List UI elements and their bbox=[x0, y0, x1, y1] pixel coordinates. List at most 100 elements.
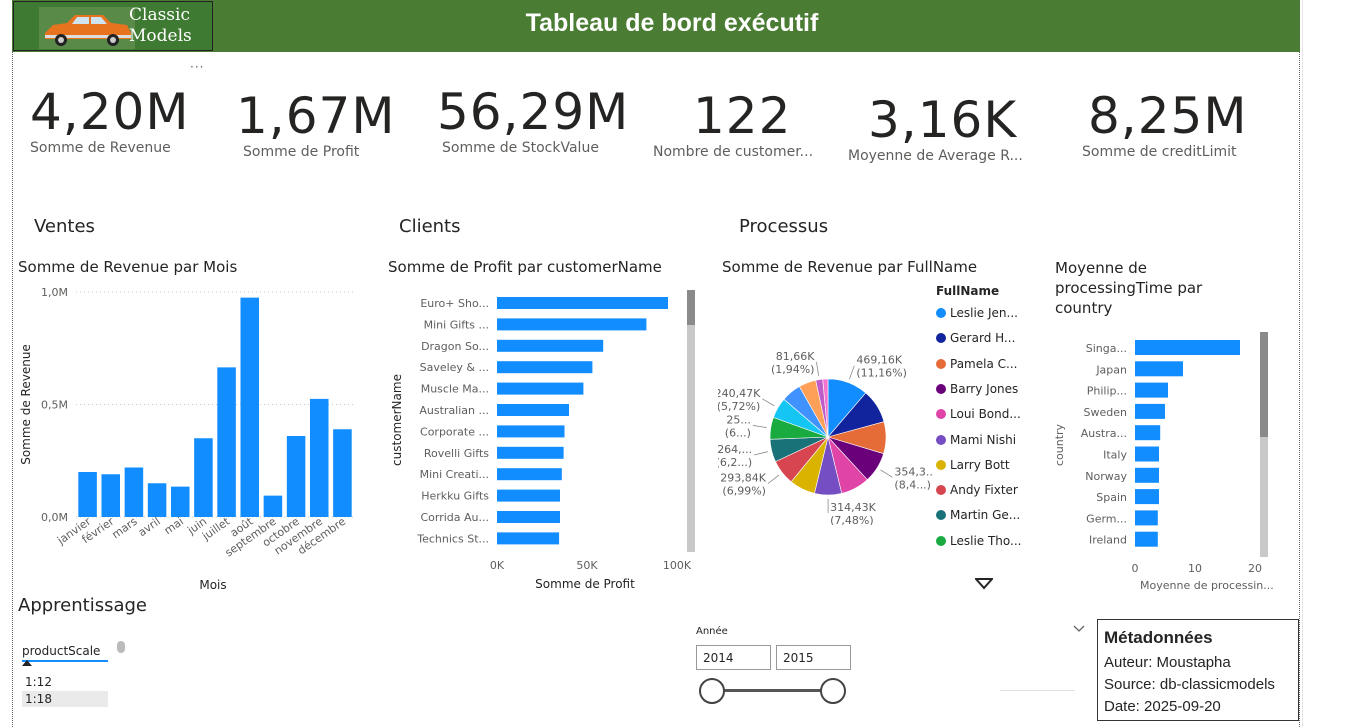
legend-item[interactable]: Loui Bond... bbox=[936, 407, 1021, 421]
legend-item[interactable]: Pamela C... bbox=[936, 357, 1017, 371]
chart-title-profit-customer: Somme de Profit par customerName bbox=[388, 258, 662, 276]
legend-item[interactable]: Leslie Jen... bbox=[936, 306, 1018, 320]
more-legend-icon[interactable] bbox=[975, 578, 993, 590]
y-tick-label: Corrida Au... bbox=[420, 511, 489, 524]
slider-handle-start[interactable] bbox=[699, 678, 725, 704]
slider-handle-end[interactable] bbox=[820, 678, 846, 704]
legend-item[interactable]: Barry Jones bbox=[936, 382, 1018, 396]
bar[interactable] bbox=[497, 446, 564, 459]
kpi-label: Somme de Profit bbox=[243, 144, 360, 160]
bar[interactable] bbox=[497, 361, 593, 374]
data-label: 469,16K bbox=[856, 354, 902, 367]
bar[interactable] bbox=[1135, 510, 1158, 526]
bar[interactable] bbox=[497, 468, 562, 481]
bar[interactable] bbox=[217, 367, 236, 517]
legend-item[interactable]: Leslie Tho... bbox=[936, 534, 1021, 548]
kpi-creditlimit[interactable]: 8,25M Somme de creditLimit bbox=[1082, 88, 1247, 160]
bar[interactable] bbox=[497, 425, 565, 438]
y-axis-title: Somme de Revenue bbox=[19, 344, 33, 465]
kpi-profit[interactable]: 1,67M Somme de Profit bbox=[236, 88, 395, 160]
more-options-icon[interactable]: ··· bbox=[190, 60, 204, 74]
data-label-pct: (6,99%) bbox=[722, 485, 766, 498]
legend-dot bbox=[936, 535, 946, 546]
bar[interactable] bbox=[497, 382, 584, 395]
bar[interactable] bbox=[124, 467, 144, 518]
bar[interactable] bbox=[1135, 446, 1159, 462]
bar[interactable] bbox=[194, 438, 213, 517]
scrollbar-thumb[interactable] bbox=[687, 290, 695, 325]
y-tick-label: Sweden bbox=[1084, 406, 1127, 419]
bar[interactable] bbox=[170, 486, 190, 517]
list-item[interactable]: 1:18 bbox=[22, 691, 108, 707]
data-label: 354,3... bbox=[894, 465, 933, 478]
bar[interactable] bbox=[333, 429, 352, 517]
x-tick-label: 100K bbox=[663, 559, 692, 572]
y-tick-label: Australian ... bbox=[419, 404, 489, 417]
year-from-input[interactable]: 2014 bbox=[696, 645, 771, 670]
data-label-pct: (1,94%) bbox=[771, 363, 815, 376]
bar[interactable] bbox=[497, 532, 560, 545]
chevron-down-icon[interactable] bbox=[1073, 625, 1085, 633]
x-axis-title: Somme de Profit bbox=[535, 577, 635, 591]
legend-item[interactable]: Larry Bott bbox=[936, 458, 1010, 472]
y-tick-label: 0,0M bbox=[41, 511, 68, 524]
bar[interactable] bbox=[286, 436, 306, 517]
legend-label: Larry Bott bbox=[950, 457, 1010, 472]
list-item[interactable]: 1:12 bbox=[22, 674, 108, 690]
bar[interactable] bbox=[263, 495, 283, 517]
bar[interactable] bbox=[1135, 340, 1240, 355]
legend-label: Andy Fixter bbox=[950, 483, 1018, 498]
metadata-author: Auteur: Moustapha bbox=[1104, 654, 1231, 671]
bar[interactable] bbox=[497, 489, 560, 502]
bar[interactable] bbox=[1135, 382, 1168, 398]
legend-dot bbox=[936, 485, 946, 496]
legend-label: Mami Nishi bbox=[950, 432, 1017, 447]
bar[interactable] bbox=[497, 318, 647, 331]
bar[interactable] bbox=[1135, 361, 1183, 377]
x-tick-label: avril bbox=[136, 515, 163, 539]
kpi-average[interactable]: 3,16K Moyenne de Average R... bbox=[848, 92, 1023, 164]
x-tick-label: mai bbox=[162, 515, 186, 537]
kpi-revenue[interactable]: 4,20M Somme de Revenue bbox=[30, 84, 189, 156]
scrollbar-track[interactable] bbox=[687, 290, 695, 552]
slider-track bbox=[712, 689, 832, 692]
bar[interactable] bbox=[1135, 489, 1159, 505]
x-tick-label: 50K bbox=[576, 559, 598, 572]
bar[interactable] bbox=[1135, 403, 1165, 419]
legend-item[interactable]: Gerard H... bbox=[936, 331, 1015, 345]
legend-label: Gerard H... bbox=[950, 331, 1016, 346]
bar[interactable] bbox=[78, 472, 97, 517]
bar[interactable] bbox=[497, 404, 569, 416]
bar[interactable] bbox=[147, 483, 167, 517]
sort-up-icon[interactable] bbox=[22, 660, 32, 666]
data-label: 314,43K bbox=[830, 501, 876, 514]
kpi-stockvalue[interactable]: 56,29M Somme de StockValue bbox=[437, 84, 629, 156]
bar[interactable] bbox=[309, 398, 329, 517]
scrollbar-thumb[interactable] bbox=[117, 641, 125, 653]
profit-by-customer-chart[interactable]: Euro+ Sho... Mini Gifts ... Dragon So... Sa… bbox=[386, 285, 706, 595]
bar[interactable] bbox=[497, 511, 560, 523]
chart-title-revenue-fullname: Somme de Revenue par FullName bbox=[722, 258, 978, 276]
scrollbar-thumb[interactable] bbox=[1260, 332, 1268, 437]
y-axis-title: country bbox=[1053, 423, 1066, 466]
bar[interactable] bbox=[240, 297, 260, 517]
productscale-header[interactable]: productScale bbox=[22, 644, 108, 662]
kpi-customers[interactable]: 122 Nombre de customer... bbox=[653, 88, 813, 160]
bar[interactable] bbox=[497, 339, 604, 352]
revenue-by-fullname-pie[interactable]: 469,16K(11,16%) 354,3...(8,4...) 314,43K(7… bbox=[718, 345, 933, 525]
kpi-label: Moyenne de Average R... bbox=[848, 148, 1023, 164]
legend-item[interactable]: Martin Ge... bbox=[936, 508, 1020, 522]
leader-line bbox=[849, 365, 855, 379]
legend-item[interactable]: Andy Fixter bbox=[936, 483, 1018, 497]
legend-item[interactable]: Mami Nishi bbox=[936, 433, 1016, 447]
data-label: 25... bbox=[726, 413, 751, 426]
bar[interactable] bbox=[497, 297, 668, 309]
y-tick-label: Euro+ Sho... bbox=[420, 297, 489, 310]
bar[interactable] bbox=[1135, 467, 1159, 483]
bar[interactable] bbox=[101, 474, 121, 517]
bar[interactable] bbox=[1135, 425, 1161, 441]
revenue-by-month-chart[interactable]: 0,0M0,5M1,0Mjanvierfévriermarsavrilmai ju… bbox=[14, 280, 360, 600]
bar[interactable] bbox=[1135, 531, 1158, 547]
year-to-input[interactable]: 2015 bbox=[776, 645, 851, 670]
processing-by-country-chart[interactable]: Singa... Japan Philip... Sweden Austra... Ita… bbox=[1050, 330, 1275, 595]
